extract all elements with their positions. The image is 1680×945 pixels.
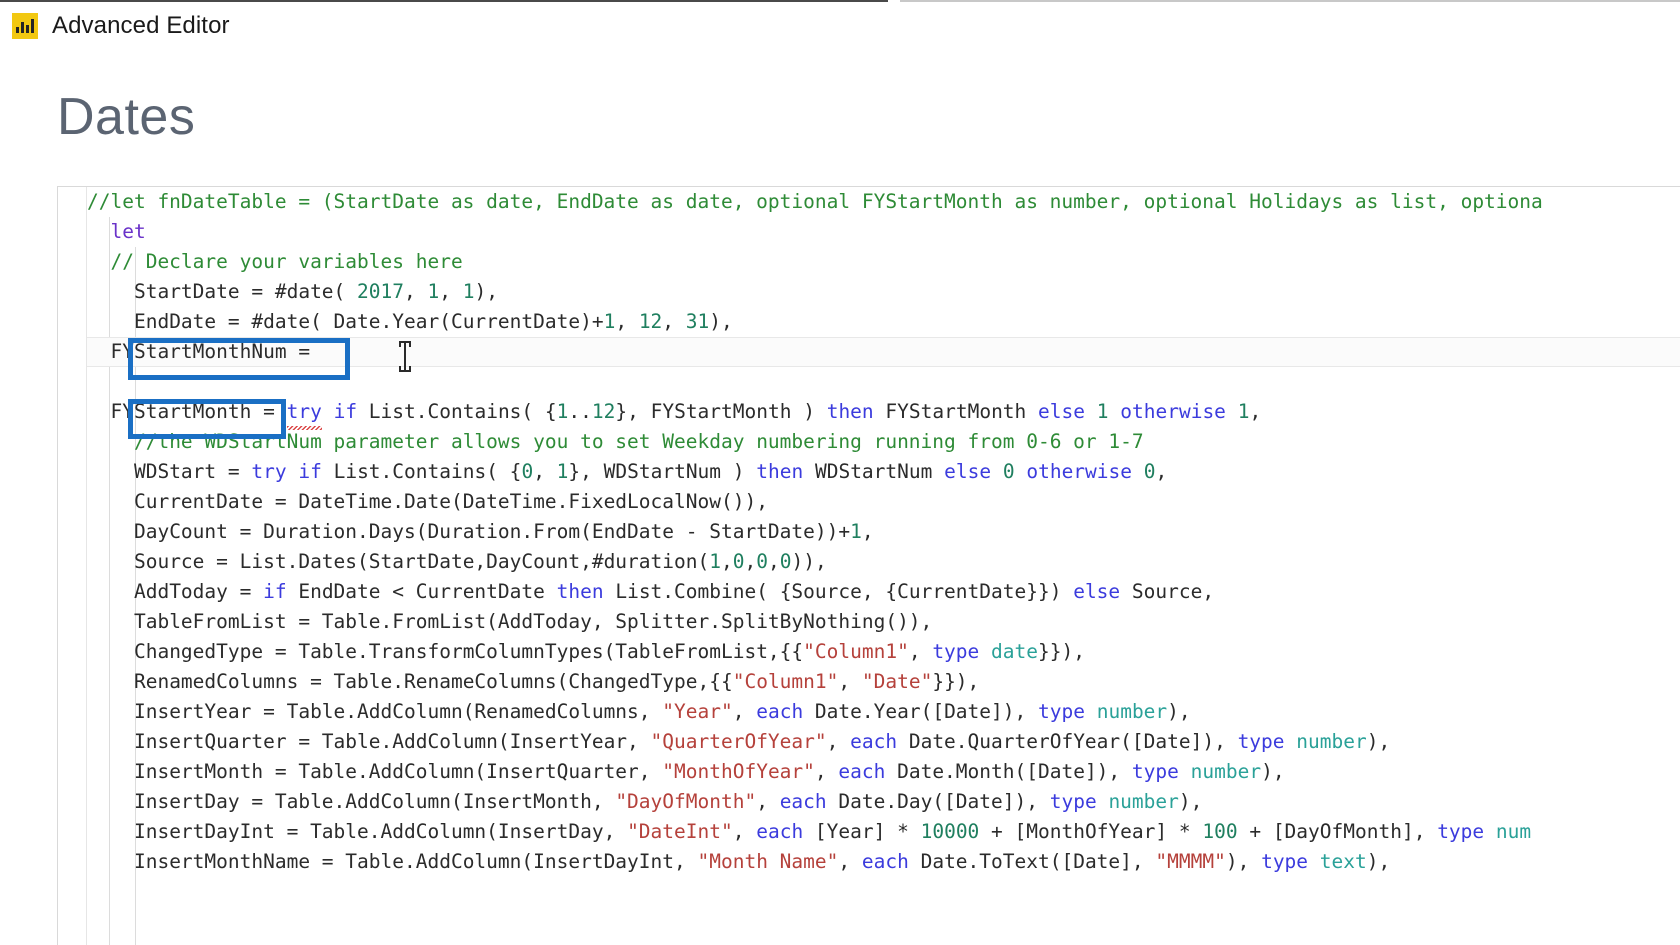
- code-line: InsertQuarter = Table.AddColumn(InsertYe…: [133, 730, 1391, 753]
- code-line: WDStart = try if List.Contains( {0, 1}, …: [133, 460, 1168, 483]
- code-line: InsertMonthName = Table.AddColumn(Insert…: [133, 850, 1391, 873]
- code-line: ChangedType = Table.TransformColumnTypes…: [133, 640, 1085, 663]
- code-line: //let fnDateTable = (StartDate as date, …: [87, 190, 1543, 213]
- code-line: // Declare your variables here: [110, 250, 463, 273]
- advanced-editor-window: Advanced Editor Dates //let fnDateTable …: [0, 0, 1680, 945]
- code-line: InsertMonth = Table.AddColumn(InsertQuar…: [133, 760, 1285, 783]
- code-line: InsertDayInt = Table.AddColumn(InsertDay…: [133, 820, 1532, 843]
- code-line: //the WDStartNum parameter allows you to…: [133, 430, 1144, 453]
- window-title: Advanced Editor: [52, 12, 230, 39]
- code-line-caret[interactable]: FYStartMonthNum =: [87, 337, 1680, 367]
- code-line: AddToday = if EndDate < CurrentDate then…: [133, 580, 1215, 603]
- code-line: Source = List.Dates(StartDate,DayCount,#…: [133, 550, 827, 573]
- code-line: CurrentDate = DateTime.Date(DateTime.Fix…: [133, 490, 768, 513]
- power-bi-icon: [12, 13, 38, 39]
- window-titlebar: Advanced Editor: [0, 0, 1680, 52]
- titlebar-accent-line: [0, 0, 888, 2]
- editor-gutter: [58, 187, 87, 945]
- query-name-heading: Dates: [57, 88, 196, 146]
- code-line: RenamedColumns = Table.RenameColumns(Cha…: [133, 670, 980, 693]
- code-editor[interactable]: //let fnDateTable = (StartDate as date, …: [57, 186, 1680, 945]
- code-scroll-area[interactable]: //let fnDateTable = (StartDate as date, …: [87, 187, 1680, 945]
- code-line: TableFromList = Table.FromList(AddToday,…: [133, 610, 933, 633]
- code-line: StartDate = #date( 2017, 1, 1),: [133, 280, 498, 303]
- code-line: let: [110, 220, 146, 243]
- code-line: InsertDay = Table.AddColumn(InsertMonth,…: [133, 790, 1203, 813]
- code-line: DayCount = Duration.Days(Duration.From(E…: [133, 520, 874, 543]
- code-line: EndDate = #date( Date.Year(CurrentDate)+…: [133, 310, 733, 333]
- code-content[interactable]: //let fnDateTable = (StartDate as date, …: [87, 187, 1680, 877]
- code-line: FYStartMonth = try if List.Contains( {1.…: [87, 397, 1680, 430]
- titlebar-accent-line-light: [900, 0, 1680, 2]
- code-line: InsertYear = Table.AddColumn(RenamedColu…: [133, 700, 1191, 723]
